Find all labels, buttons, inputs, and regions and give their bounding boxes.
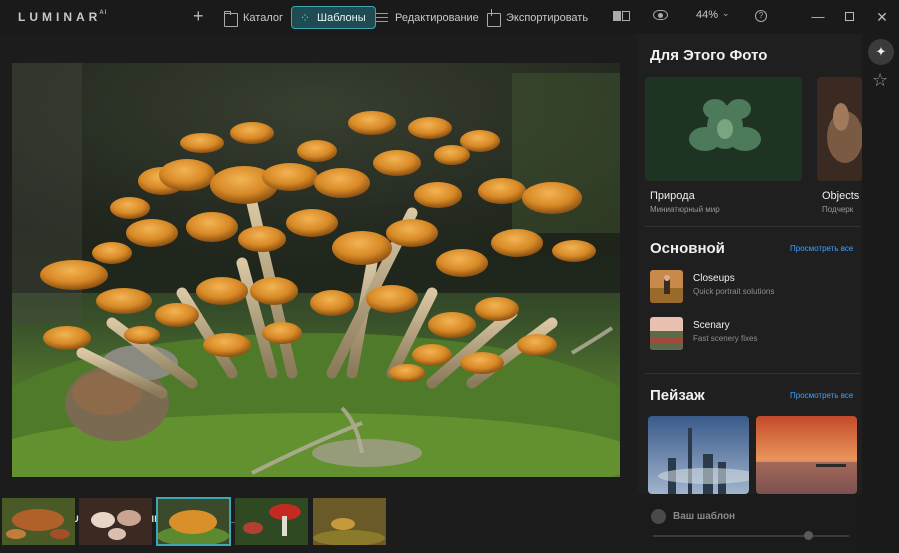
thumb-image [157,498,230,545]
template-card-objects[interactable] [817,77,862,181]
template-thumb-scenary[interactable] [650,317,683,350]
compare-icon[interactable] [613,11,631,21]
template-subtitle-closeups: Quick portrait solutions [693,287,775,296]
filmstrip-thumb[interactable] [79,498,152,545]
minimize-button[interactable]: — [808,7,828,27]
canvas-area: NATURE__MUSHROOMS_FAMILY_EXPERIENCE_0419… [0,34,633,553]
card-image [645,77,802,181]
thumb-image [79,498,152,545]
filmstrip-thumb[interactable] [313,498,386,545]
user-template-label: Ваш шаблон [673,511,736,522]
maximize-button[interactable] [839,7,859,27]
template-subtitle-scenary: Fast scenery fixes [693,334,758,343]
catalog-label: Каталог [243,11,283,24]
template-card-sunset[interactable] [756,416,857,494]
maximize-icon [844,12,854,21]
card-subtitle-objects: Подчерк [822,205,854,214]
right-sidebar [862,34,899,553]
divider [645,226,860,227]
see-all-landscape-link[interactable]: Просмотреть все [790,391,853,400]
logo-text: LUMINAR [18,10,102,24]
zoom-level[interactable]: 44% [696,9,718,21]
export-label: Экспортировать [506,11,589,24]
user-template-toggle[interactable] [651,509,666,524]
divider [645,373,860,374]
template-title-closeups[interactable]: Closeups [693,273,735,284]
eye-icon[interactable] [653,10,668,20]
logo-version: AI [99,10,108,16]
close-window-button[interactable]: ✕ [872,7,892,27]
templates-button[interactable]: ⁘ Шаблоны [291,6,376,29]
template-card-city[interactable] [648,416,749,494]
template-amount-slider[interactable] [653,535,849,537]
title-bar: LUMINARAI + Каталог ⁘ Шаблоны Редактиров… [0,0,899,34]
thumb-image [650,317,683,350]
folder-icon [224,10,238,27]
main-photo[interactable] [12,63,620,477]
slider-handle[interactable] [804,531,813,540]
add-photo-button[interactable]: + [193,6,204,26]
star-icon[interactable]: ☆ [872,70,888,91]
section-title-landscape: Пейзаж [650,387,705,404]
edit-button[interactable]: Редактирование [376,6,479,29]
templates-label: Шаблоны [317,11,366,24]
card-image [648,416,749,494]
card-title-nature: Природа [650,190,695,202]
thumb-image [313,498,386,545]
template-thumb-closeups[interactable] [650,270,683,303]
thumb-image [2,498,75,545]
see-all-basic-link[interactable]: Просмотреть все [790,244,853,253]
export-icon [487,8,501,27]
edit-label: Редактирование [395,11,479,24]
help-icon[interactable]: ? [755,10,767,22]
thumb-image [650,270,683,303]
magic-wand-icon: ⁘ [299,10,311,25]
template-title-scenary[interactable]: Scenary [693,320,730,331]
card-subtitle-nature: Миниатюрный мир [650,205,720,214]
filmstrip-thumb-selected[interactable] [156,497,231,546]
card-image [817,77,862,181]
card-image [756,416,857,494]
thumb-image [235,498,308,545]
sliders-icon [376,12,390,27]
catalog-button[interactable]: Каталог [224,6,283,29]
user-template-bar [637,494,862,553]
section-title-basic: Основной [650,240,725,257]
export-button[interactable]: Экспортировать [487,6,588,29]
app-logo: LUMINARAI [18,10,107,24]
chevron-down-icon[interactable]: ⌄ [722,8,730,19]
templates-tab-icon[interactable]: ✦ [868,39,894,65]
filmstrip-thumb[interactable] [2,498,75,545]
template-card-nature[interactable] [645,77,802,181]
section-title-for-this-photo: Для Этого Фото [650,47,768,64]
card-title-objects: Objects [822,190,860,202]
filmstrip-thumb[interactable] [235,498,308,545]
mushrooms-image [12,63,620,477]
